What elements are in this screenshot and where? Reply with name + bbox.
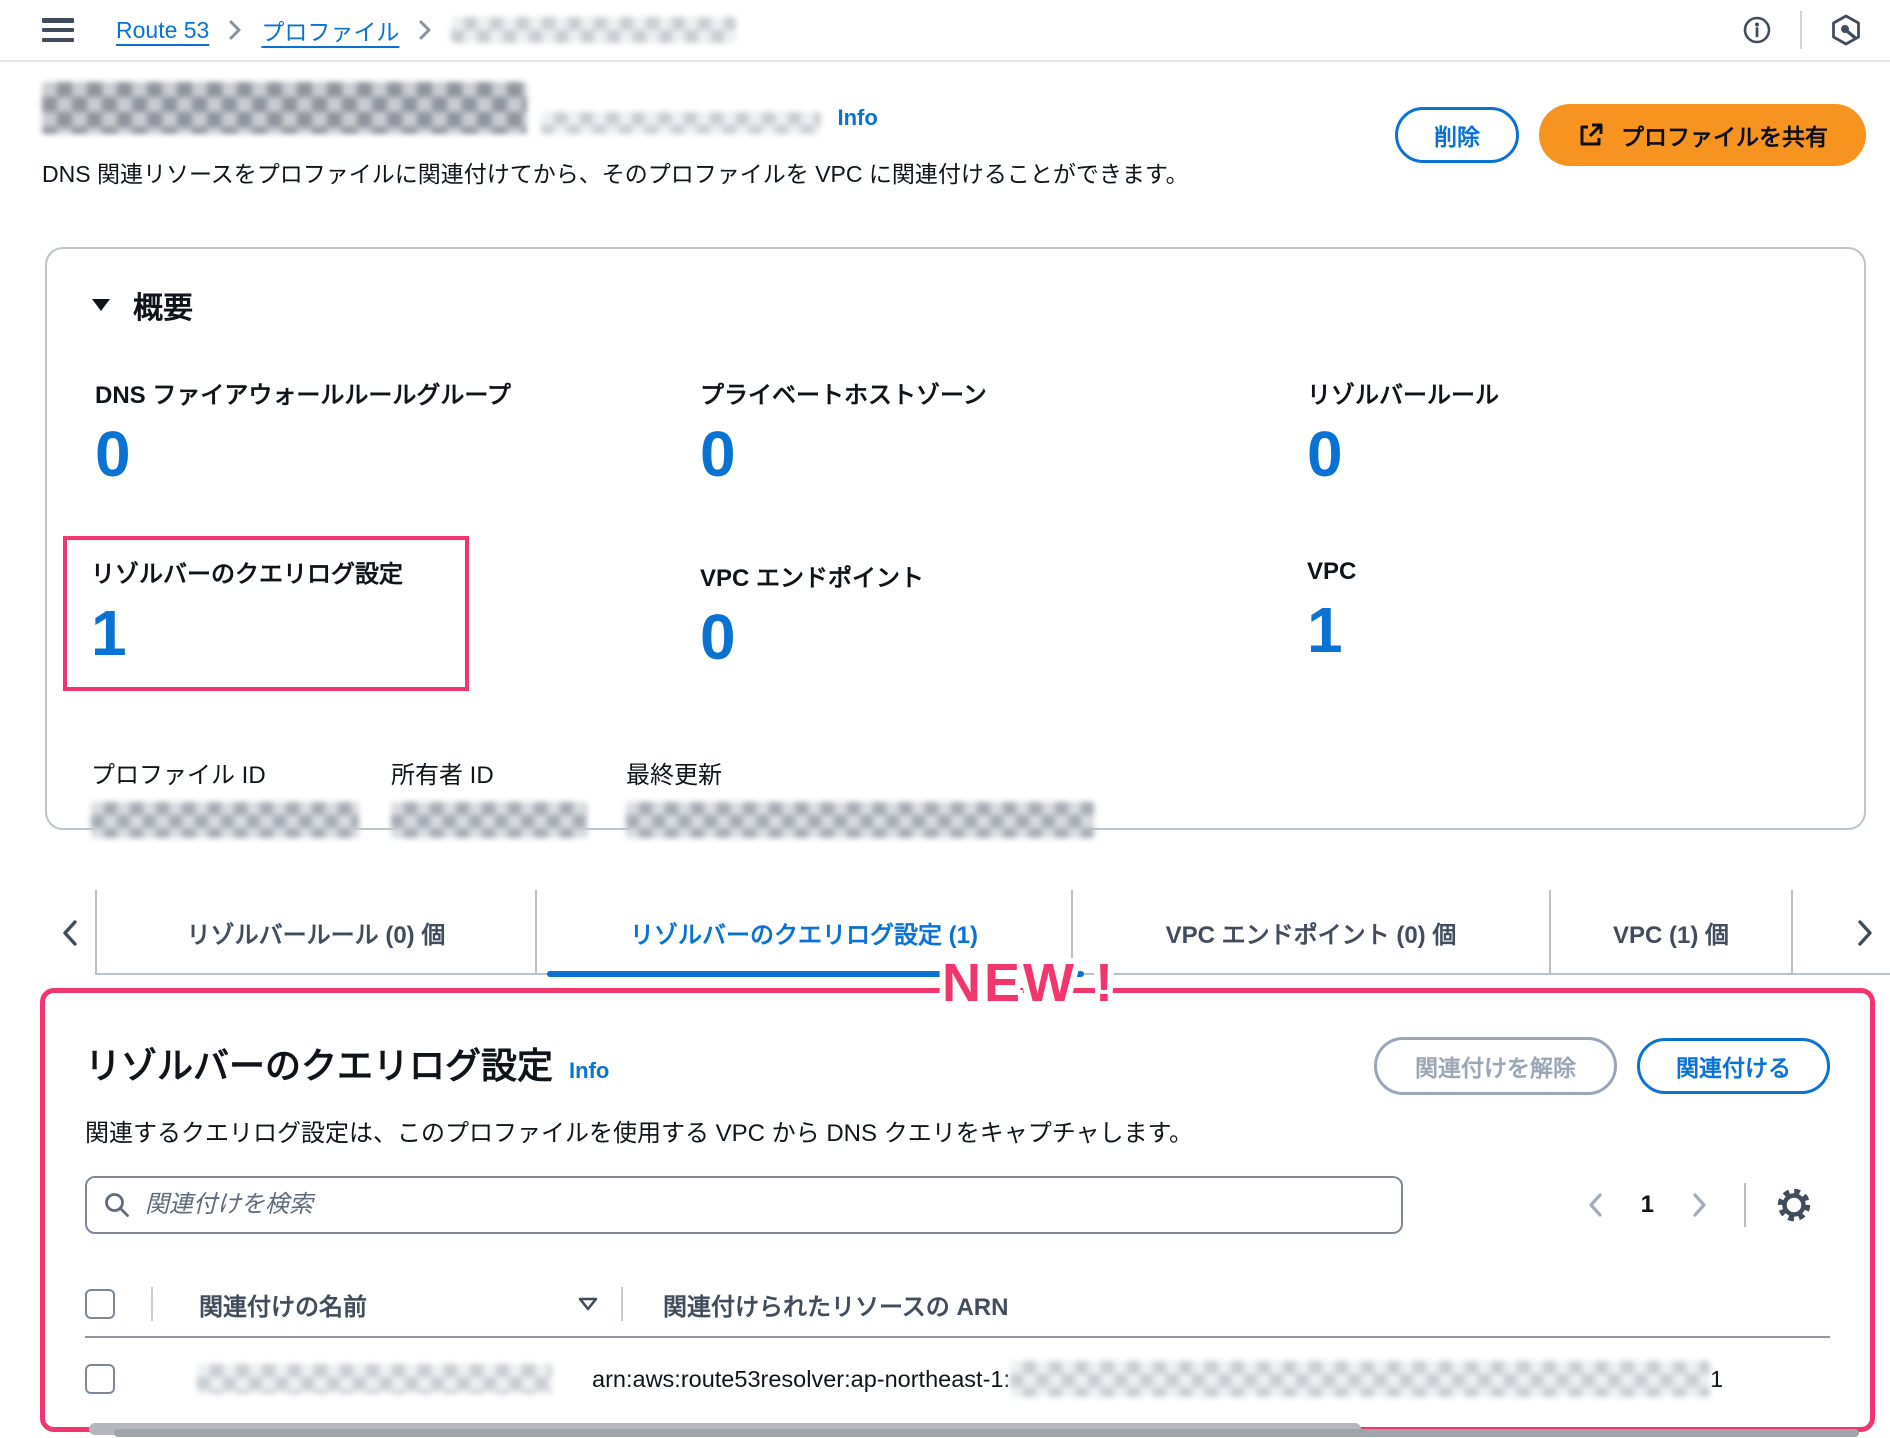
row-checkbox[interactable] bbox=[85, 1364, 115, 1394]
search-box bbox=[85, 1176, 1403, 1234]
topbar-divider bbox=[1800, 11, 1802, 49]
search-icon bbox=[103, 1191, 131, 1219]
page-title-block: Info DNS 関連リソースをプロファイルに関連付けてから、そのプロファイルを… bbox=[42, 82, 1189, 189]
header-actions: 削除 プロファイルを共有 bbox=[1395, 104, 1866, 166]
tab-vpc-endpoints[interactable]: VPC エンドポイント (0) 個 bbox=[1073, 890, 1549, 975]
share-profile-button[interactable]: プロファイルを共有 bbox=[1539, 104, 1866, 166]
arn-prefix: arn:aws:route53resolver:ap-northeast-1: bbox=[592, 1365, 1010, 1392]
overview-stats-row1: DNS ファイアウォールルールグループ 0 プライベートホストゾーン 0 リゾル… bbox=[91, 371, 1820, 490]
breadcrumb-chevron-icon bbox=[227, 18, 243, 42]
stat-vpcs: VPC 1 bbox=[1307, 558, 1357, 666]
owner-id-redacted bbox=[391, 802, 587, 838]
overview-meta-row: プロファイル ID 所有者 ID 最終更新 bbox=[91, 755, 1820, 838]
info-circle-icon[interactable] bbox=[1742, 15, 1772, 45]
external-link-icon bbox=[1577, 121, 1605, 149]
last-updated-field: 最終更新 bbox=[626, 755, 1094, 838]
profile-id-redacted bbox=[91, 802, 359, 838]
breadcrumb-chevron-icon bbox=[417, 18, 433, 42]
table-row: arn:aws:route53resolver:ap-northeast-1: 1 bbox=[85, 1338, 1830, 1420]
profile-id-field: プロファイル ID bbox=[91, 755, 391, 838]
panel-header: リゾルバーのクエリログ設定 Info 関連付けを解除 関連付ける bbox=[85, 1037, 1830, 1095]
detach-button[interactable]: 関連付けを解除 bbox=[1374, 1037, 1617, 1095]
pink-highlight-box: リゾルバーのクエリログ設定 1 bbox=[63, 536, 469, 691]
stat-value: 0 bbox=[700, 601, 736, 673]
stat-value: 0 bbox=[700, 418, 736, 490]
stat-dns-firewall-rule-groups: DNS ファイアウォールルールグループ 0 bbox=[95, 382, 511, 490]
breadcrumb: Route 53 プロファイル bbox=[116, 13, 737, 47]
tab-resolver-rules[interactable]: リゾルバールール (0) 個 bbox=[97, 890, 535, 975]
stat-resolver-rules: リゾルバールール 0 bbox=[1307, 382, 1499, 490]
arn-redacted bbox=[1010, 1361, 1710, 1397]
column-header-resource-arn: 関連付けられたリソースの ARN bbox=[663, 1293, 1009, 1321]
stat-private-hosted-zones: プライベートホストゾーン 0 bbox=[700, 382, 987, 490]
breadcrumb-route53-link[interactable]: Route 53 bbox=[116, 17, 209, 44]
query-log-configs-panel: リゾルバーのクエリログ設定 Info 関連付けを解除 関連付ける 関連するクエリ… bbox=[40, 988, 1875, 1435]
overview-card: 概要 DNS ファイアウォールルールグループ 0 プライベートホストゾーン 0 … bbox=[45, 247, 1866, 838]
page-horizontal-scrollbar[interactable] bbox=[114, 1429, 1859, 1437]
resource-arn-cell: arn:aws:route53resolver:ap-northeast-1: 1 bbox=[552, 1361, 1830, 1397]
topbar-actions bbox=[1742, 11, 1862, 49]
attach-button[interactable]: 関連付ける bbox=[1637, 1038, 1830, 1094]
panel-info-link[interactable]: Info bbox=[569, 1058, 609, 1084]
stat-vpc-endpoints: VPC エンドポイント 0 bbox=[700, 565, 925, 673]
cloudshell-hexagon-icon[interactable] bbox=[1830, 13, 1862, 47]
column-header-association-name[interactable]: 関連付けの名前 bbox=[199, 1287, 367, 1322]
overview-stats-row2: リゾルバーのクエリログ設定 1 VPC エンドポイント 0 VPC 1 bbox=[63, 536, 1820, 691]
breadcrumb-profiles-link[interactable]: プロファイル bbox=[261, 13, 399, 47]
current-page-number[interactable]: 1 bbox=[1641, 1191, 1654, 1219]
collapse-triangle-icon bbox=[91, 297, 111, 313]
tabs-scroll-right-icon[interactable] bbox=[1840, 890, 1890, 975]
breadcrumb-current-redacted bbox=[451, 17, 737, 43]
stat-value: 0 bbox=[95, 418, 131, 490]
overview-title: 概要 bbox=[133, 292, 193, 325]
tab-vpcs[interactable]: VPC (1) 個 bbox=[1551, 890, 1791, 975]
page-title-redacted bbox=[42, 82, 527, 134]
stat-resolver-query-log-configs: リゾルバーのクエリログ設定 1 bbox=[63, 536, 696, 691]
panel-toolbar: 1 bbox=[85, 1176, 1830, 1234]
previous-page-icon[interactable] bbox=[1579, 1185, 1613, 1225]
pagination: 1 bbox=[1579, 1183, 1830, 1227]
owner-id-field: 所有者 ID bbox=[391, 755, 626, 838]
next-page-icon[interactable] bbox=[1682, 1185, 1716, 1225]
stat-value: 1 bbox=[91, 597, 127, 669]
page-header: Info DNS 関連リソースをプロファイルに関連付けてから、そのプロファイルを… bbox=[42, 82, 1866, 189]
hamburger-menu-icon[interactable] bbox=[42, 18, 74, 42]
top-navigation-bar: Route 53 プロファイル bbox=[0, 0, 1890, 62]
toolbar-divider bbox=[1744, 1183, 1746, 1227]
new-annotation-badge: NEW ! bbox=[942, 953, 1116, 1013]
select-all-checkbox[interactable] bbox=[85, 1289, 115, 1319]
stat-value: 1 bbox=[1307, 594, 1343, 666]
tab-divider bbox=[1791, 890, 1793, 975]
stat-value: 0 bbox=[1307, 418, 1343, 490]
settings-gear-icon[interactable] bbox=[1774, 1185, 1814, 1225]
table-header-row: 関連付けの名前 関連付けられたリソースの ARN bbox=[85, 1272, 1830, 1338]
search-input[interactable] bbox=[85, 1176, 1403, 1234]
delete-button[interactable]: 削除 bbox=[1395, 107, 1519, 163]
page-description: DNS 関連リソースをプロファイルに関連付けてから、そのプロファイルを VPC … bbox=[42, 161, 1189, 187]
last-updated-redacted bbox=[626, 802, 1094, 838]
tabs-scroll-left-icon[interactable] bbox=[45, 890, 95, 975]
overview-header[interactable]: 概要 bbox=[91, 283, 1820, 327]
sort-triangle-icon[interactable] bbox=[577, 1296, 599, 1312]
panel-description: 関連するクエリログ設定は、このプロファイルを使用する VPC から DNS クエ… bbox=[85, 1120, 1194, 1147]
association-name-redacted bbox=[197, 1364, 552, 1394]
title-info-link[interactable]: Info bbox=[837, 105, 877, 131]
route53-profile-page: Route 53 プロファイル Info DNS 関連リソースをプロファイルに関… bbox=[0, 0, 1890, 1438]
panel-title: リゾルバーのクエリログ設定 bbox=[85, 1045, 554, 1086]
page-title-redacted-sub bbox=[541, 112, 822, 134]
arn-suffix: 1 bbox=[1710, 1365, 1724, 1392]
panel-actions: 関連付けを解除 関連付ける bbox=[1374, 1037, 1830, 1095]
